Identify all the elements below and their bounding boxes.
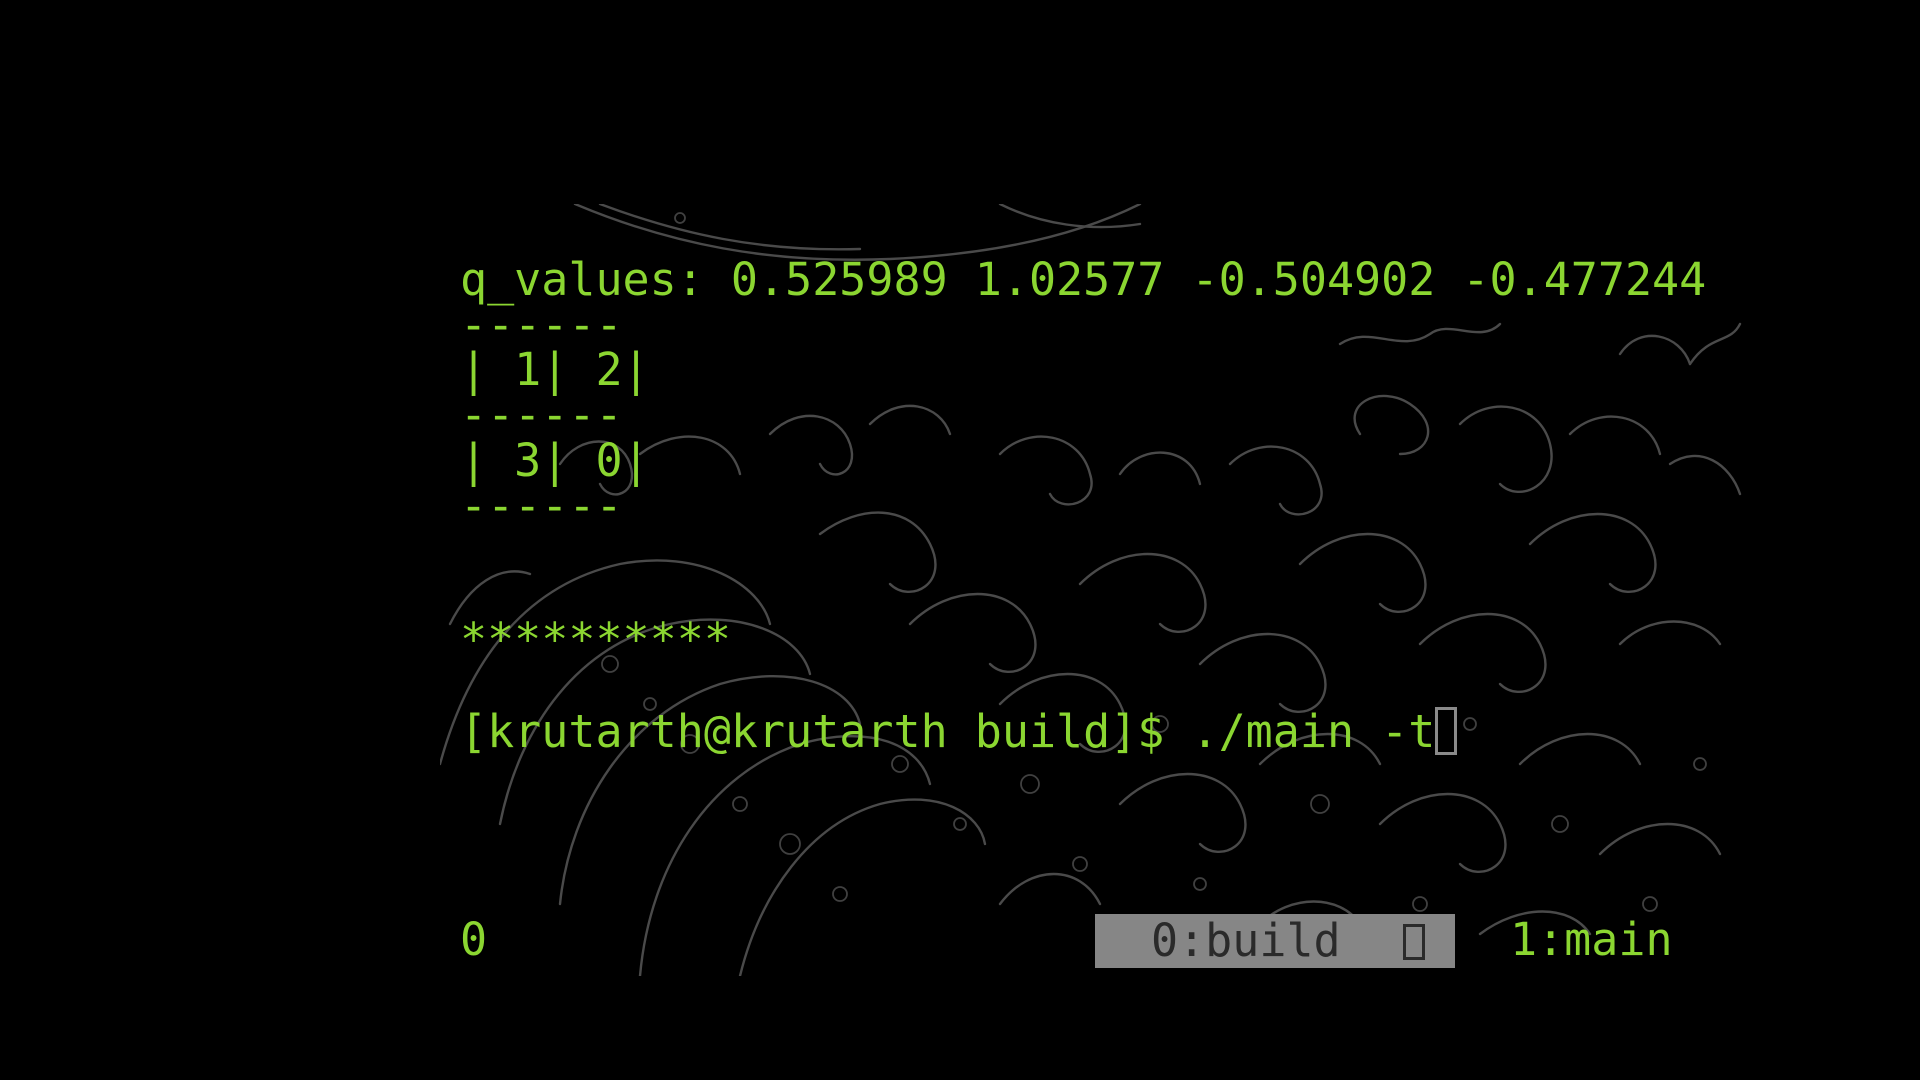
screen: q_values: 0.525989 1.02577 -0.504902 -0.…	[0, 0, 1920, 1080]
tmux-window-0-label: 0:build	[1151, 914, 1341, 967]
prompt-text: [krutarth@krutarth build]$ ./main -t	[460, 705, 1436, 758]
tmux-status-bar: 0 0:build 1:main	[440, 912, 1745, 968]
tmux-session-name: 0	[460, 913, 488, 966]
grid-border-bottom: ------	[460, 479, 623, 532]
cursor	[1435, 707, 1458, 755]
terminal-output: q_values: 0.525989 1.02577 -0.504902 -0.…	[460, 204, 1740, 764]
tmux-window-1[interactable]: 1:main	[1510, 912, 1673, 968]
active-window-marker-icon	[1403, 924, 1425, 960]
prompt-line[interactable]: [krutarth@krutarth build]$ ./main -t	[460, 704, 1458, 760]
tmux-window-0[interactable]: 0:build	[1095, 914, 1455, 968]
terminal-window[interactable]: q_values: 0.525989 1.02577 -0.504902 -0.…	[440, 204, 1745, 976]
separator-line: **********	[460, 613, 731, 666]
q-values-line: q_values: 0.525989 1.02577 -0.504902 -0.…	[460, 253, 1707, 306]
